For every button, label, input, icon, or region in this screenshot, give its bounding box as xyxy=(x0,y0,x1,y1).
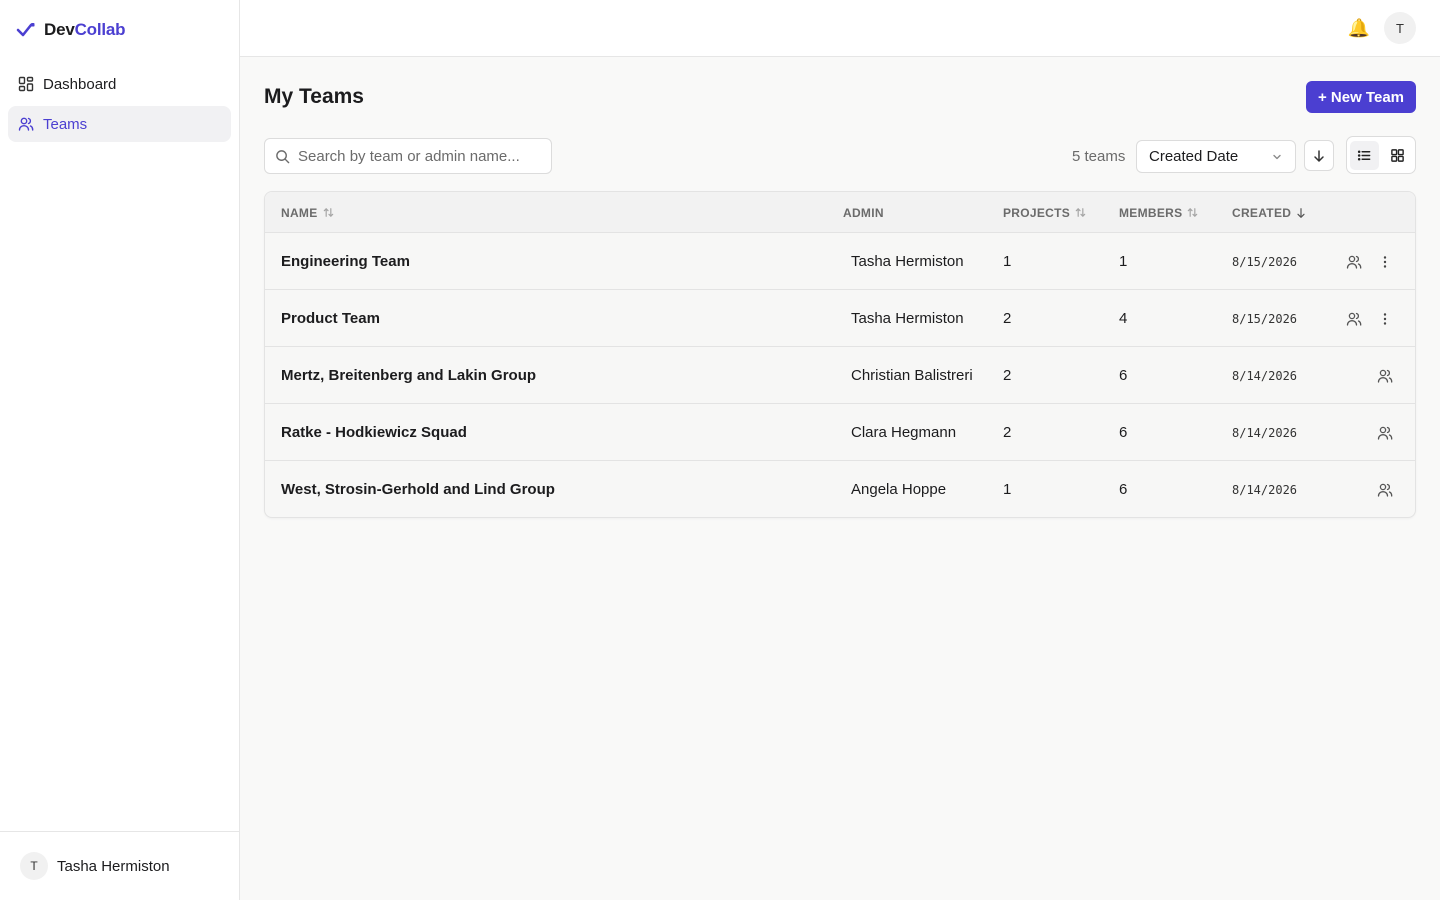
table-row[interactable]: Ratke - Hodkiewicz Squad Clara Hegmann 2… xyxy=(265,404,1415,461)
users-icon xyxy=(18,116,34,132)
sidebar-nav: Dashboard Teams xyxy=(8,66,231,146)
team-admin: Angela Hoppe xyxy=(851,481,947,498)
list-icon xyxy=(1357,148,1372,163)
chevron-down-icon xyxy=(1271,151,1283,163)
brand-logo[interactable]: DevCollab xyxy=(16,18,126,42)
team-name[interactable]: Engineering Team xyxy=(281,233,410,290)
sidebar-item-label: Dashboard xyxy=(43,75,117,93)
sort-direction-button[interactable] xyxy=(1304,140,1334,171)
avatar: T xyxy=(20,852,48,880)
team-name[interactable]: Mertz, Breitenberg and Lakin Group xyxy=(281,347,536,404)
arrow-down-icon xyxy=(1312,149,1326,163)
team-projects: 2 xyxy=(1003,367,1012,384)
column-header-name[interactable]: NAME xyxy=(281,192,335,233)
sort-select-value: Created Date xyxy=(1149,148,1239,165)
more-vertical-icon[interactable] xyxy=(1374,251,1396,273)
team-name[interactable]: Ratke - Hodkiewicz Squad xyxy=(281,404,467,461)
team-projects: 2 xyxy=(1003,424,1012,441)
page-title: My Teams xyxy=(264,85,364,108)
dashboard-grid-icon xyxy=(18,76,34,92)
column-header-projects[interactable]: PROJECTS xyxy=(1003,192,1087,233)
topbar: 🔔 T xyxy=(240,0,1440,57)
team-count: 5 teams xyxy=(1072,148,1126,165)
team-name[interactable]: West, Strosin-Gerhold and Lind Group xyxy=(281,461,555,517)
team-admin: Clara Hegmann xyxy=(851,424,957,441)
team-name[interactable]: Product Team xyxy=(281,290,380,347)
checkmark-logo-icon xyxy=(16,20,36,40)
grid-view-button[interactable] xyxy=(1383,141,1412,170)
team-projects: 2 xyxy=(1003,310,1012,327)
table-row[interactable]: Mertz, Breitenberg and Lakin Group Chris… xyxy=(265,347,1415,404)
table-row[interactable]: Engineering Team Tasha Hermiston 1 1 8/1… xyxy=(265,233,1415,290)
team-members: 6 xyxy=(1119,481,1128,498)
brand-name: DevCollab xyxy=(44,20,126,39)
bell-icon[interactable]: 🔔 xyxy=(1348,17,1370,39)
team-admin: Christian Balistreri xyxy=(851,367,973,384)
sidebar-item-label: Teams xyxy=(43,115,88,133)
members-icon[interactable] xyxy=(1343,251,1365,273)
sort-icon xyxy=(1074,206,1087,219)
team-created: 8/15/2026 xyxy=(1232,311,1298,326)
column-header-members[interactable]: MEMBERS xyxy=(1119,192,1199,233)
sidebar-user[interactable]: T Tasha Hermiston xyxy=(0,831,239,900)
table-body: Engineering Team Tasha Hermiston 1 1 8/1… xyxy=(265,233,1415,517)
user-avatar-button[interactable]: T xyxy=(1384,12,1416,44)
team-projects: 1 xyxy=(1003,253,1012,270)
user-name: Tasha Hermiston xyxy=(57,857,170,875)
table-row[interactable]: West, Strosin-Gerhold and Lind Group Ang… xyxy=(265,461,1415,517)
team-members: 6 xyxy=(1119,424,1128,441)
sidebar-item-dashboard[interactable]: Dashboard xyxy=(8,66,231,102)
sort-icon xyxy=(322,206,335,219)
team-created: 8/14/2026 xyxy=(1232,368,1298,383)
view-toggle xyxy=(1346,136,1416,174)
new-team-button[interactable]: + New Team xyxy=(1305,81,1416,113)
team-members: 6 xyxy=(1119,367,1128,384)
members-icon[interactable] xyxy=(1374,479,1396,501)
sort-icon xyxy=(1186,206,1199,219)
members-icon[interactable] xyxy=(1374,422,1396,444)
team-created: 8/14/2026 xyxy=(1232,482,1298,497)
grid-icon xyxy=(1390,148,1405,163)
members-icon[interactable] xyxy=(1374,365,1396,387)
sidebar-item-teams[interactable]: Teams xyxy=(8,106,231,142)
team-created: 8/14/2026 xyxy=(1232,425,1298,440)
column-header-created[interactable]: CREATED xyxy=(1232,192,1307,233)
list-view-button[interactable] xyxy=(1350,140,1379,170)
search-input[interactable] xyxy=(298,147,538,165)
team-projects: 1 xyxy=(1003,481,1012,498)
team-admin: Tasha Hermiston xyxy=(851,310,964,327)
teams-table: NAME ADMIN PROJECTS MEMBERS CREATED Engi… xyxy=(264,191,1416,518)
table-header: NAME ADMIN PROJECTS MEMBERS CREATED xyxy=(265,192,1415,233)
search-box[interactable] xyxy=(264,138,552,174)
sidebar: DevCollab Dashboard Teams T Tasha Hermis… xyxy=(0,0,240,900)
team-admin: Tasha Hermiston xyxy=(851,253,964,270)
team-members: 1 xyxy=(1119,253,1128,270)
team-created: 8/15/2026 xyxy=(1232,254,1298,269)
more-vertical-icon[interactable] xyxy=(1374,308,1396,330)
members-icon[interactable] xyxy=(1343,308,1365,330)
sort-select[interactable]: Created Date xyxy=(1136,140,1296,173)
table-row[interactable]: Product Team Tasha Hermiston 2 4 8/15/20… xyxy=(265,290,1415,347)
column-header-admin: ADMIN xyxy=(843,205,884,220)
arrow-down-icon xyxy=(1295,207,1307,219)
team-members: 4 xyxy=(1119,310,1128,327)
search-icon xyxy=(275,149,290,164)
